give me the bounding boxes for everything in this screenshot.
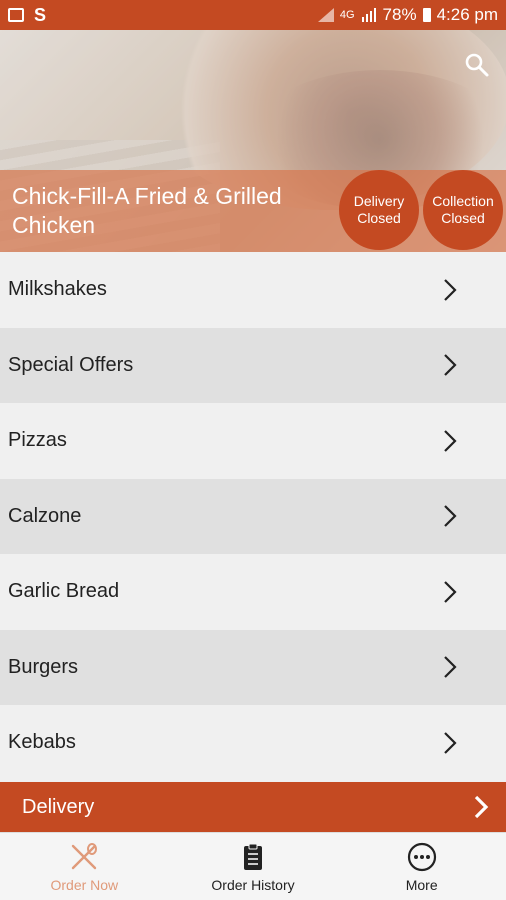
delivery-status-line1: Delivery	[353, 193, 405, 209]
delivery-mode-bar[interactable]: Delivery	[0, 782, 506, 832]
category-label: Milkshakes	[8, 278, 107, 301]
chevron-right-icon	[444, 278, 457, 301]
restaurant-name: Chick-Fill-A Fried & Grilled Chicken	[12, 183, 282, 238]
chevron-right-icon	[444, 731, 457, 754]
delivery-mode-label: Delivery	[22, 795, 95, 818]
category-item-kebabs[interactable]: Kebabs	[0, 705, 506, 781]
collection-status-line1: Collection	[432, 193, 494, 209]
category-list: Milkshakes Special Offers Pizzas Calzone…	[0, 252, 506, 781]
nav-more-label: More	[405, 876, 438, 893]
cell-signal-icon	[361, 8, 376, 22]
category-label: Garlic Bread	[8, 580, 120, 603]
nav-order-now-label: Order Now	[50, 876, 119, 893]
nav-more[interactable]: More	[337, 833, 506, 900]
clipboard-icon	[244, 843, 262, 870]
nav-order-history[interactable]: Order History	[169, 833, 338, 900]
search-icon[interactable]	[464, 52, 490, 78]
category-item-special-offers[interactable]: Special Offers	[0, 327, 506, 403]
category-label: Burgers	[8, 655, 79, 678]
chevron-right-icon	[474, 795, 489, 819]
restaurant-header: Chick-Fill-A Fried & Grilled Chicken Del…	[0, 30, 506, 252]
signal-icon	[317, 8, 334, 22]
nav-order-history-label: Order History	[211, 876, 295, 893]
chevron-right-icon	[444, 505, 457, 528]
s-notification-icon: S	[34, 4, 47, 25]
category-label: Calzone	[8, 504, 82, 527]
category-item-milkshakes[interactable]: Milkshakes	[0, 252, 506, 328]
more-dots-icon	[407, 842, 436, 871]
category-label: Special Offers	[8, 353, 134, 376]
image-notification-icon	[8, 8, 24, 22]
status-bar: S 4G 78% 4:26 pm	[0, 0, 506, 30]
fork-spoon-icon	[72, 842, 98, 869]
network-type: 4G	[339, 9, 355, 21]
chevron-right-icon	[444, 354, 457, 377]
delivery-status-badge: Delivery Closed	[339, 170, 419, 250]
category-item-calzone[interactable]: Calzone	[0, 478, 506, 554]
category-item-pizzas[interactable]: Pizzas	[0, 403, 506, 479]
chevron-right-icon	[444, 656, 457, 679]
nav-order-now[interactable]: Order Now	[0, 833, 169, 900]
category-item-burgers[interactable]: Burgers	[0, 629, 506, 705]
battery-icon	[422, 8, 431, 22]
chevron-right-icon	[444, 580, 457, 603]
chevron-right-icon	[444, 429, 457, 452]
clock: 4:26 pm	[436, 5, 498, 24]
bottom-navigation: Order Now Order History More	[0, 832, 506, 900]
category-label: Pizzas	[8, 429, 67, 452]
battery-percent: 78%	[382, 5, 417, 24]
delivery-status-line2: Closed	[357, 210, 401, 226]
collection-status-line2: Closed	[441, 210, 485, 226]
collection-status-badge: Collection Closed	[423, 170, 503, 250]
category-item-garlic-bread[interactable]: Garlic Bread	[0, 554, 506, 630]
category-label: Kebabs	[8, 731, 76, 754]
